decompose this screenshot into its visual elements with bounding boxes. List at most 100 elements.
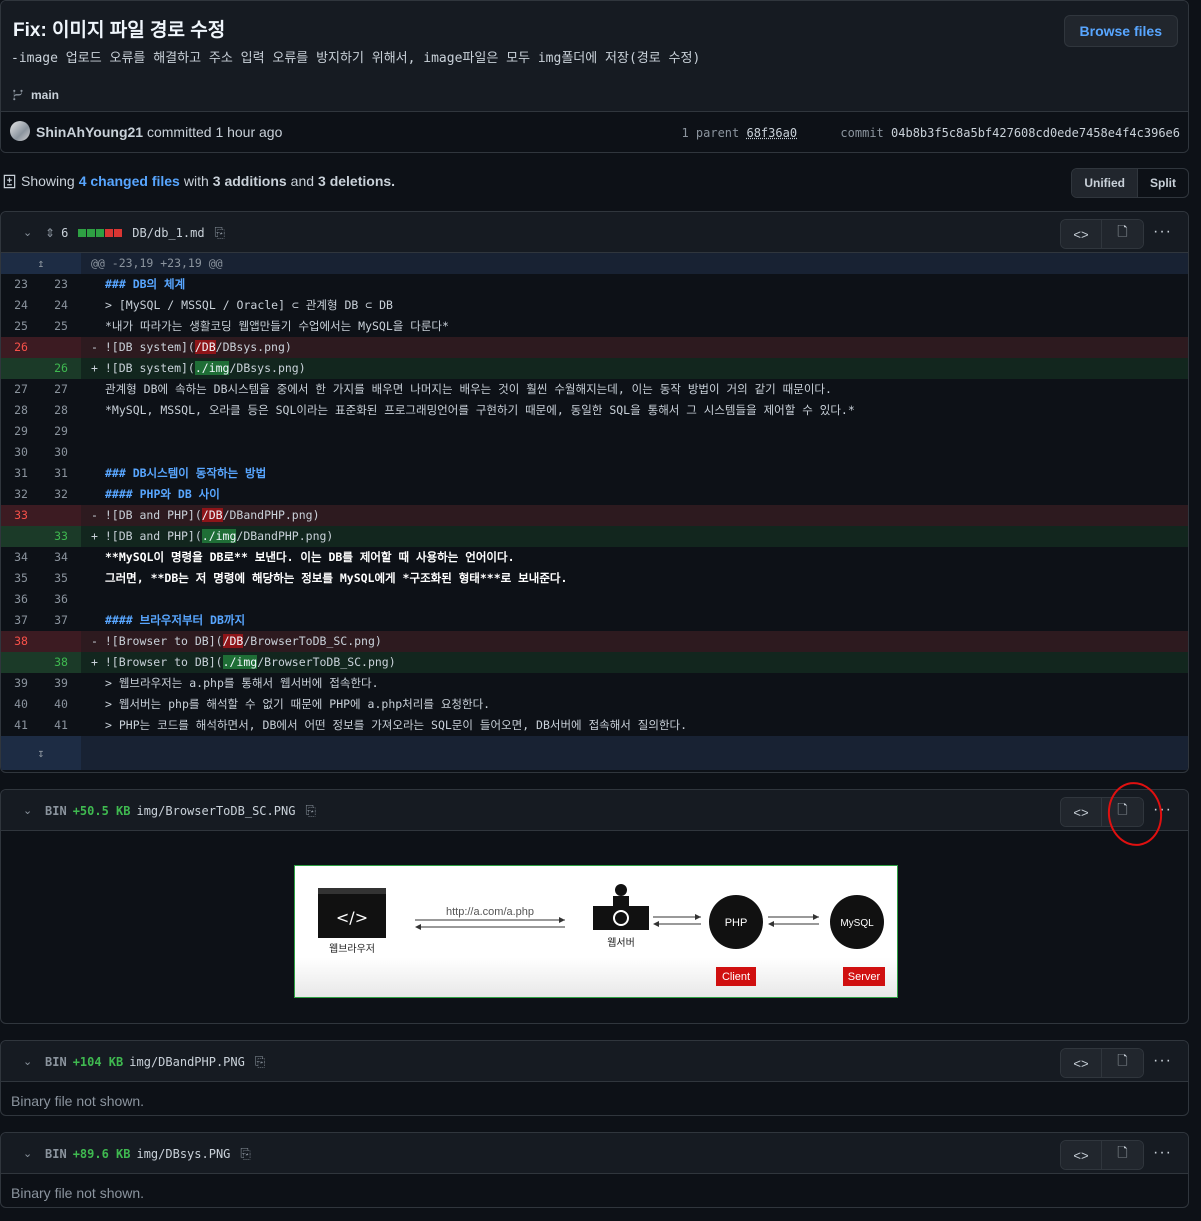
- new-line-number[interactable]: 26: [41, 358, 81, 379]
- code-text: [81, 421, 1188, 442]
- file-view-icon[interactable]: 🗋: [1102, 1141, 1143, 1169]
- code-text: + ![DB system](./img/DBsys.png): [81, 358, 1188, 379]
- old-line-number[interactable]: 29: [1, 421, 41, 442]
- old-line-number[interactable]: 27: [1, 379, 41, 400]
- new-line-number[interactable]: [41, 631, 81, 652]
- old-line-number[interactable]: 32: [1, 484, 41, 505]
- branch-indicator[interactable]: main: [11, 88, 59, 102]
- new-line-number[interactable]: 41: [41, 715, 81, 736]
- chevron-down-icon[interactable]: ⌄: [23, 1055, 32, 1068]
- new-line-number[interactable]: 38: [41, 652, 81, 673]
- old-line-number[interactable]: 40: [1, 694, 41, 715]
- unified-view-button[interactable]: Unified: [1072, 169, 1138, 197]
- old-line-number[interactable]: 35: [1, 568, 41, 589]
- chevron-down-icon[interactable]: ⌄: [23, 804, 32, 817]
- split-view-button[interactable]: Split: [1138, 169, 1188, 197]
- old-line-number[interactable]: 39: [1, 673, 41, 694]
- code-text: > PHP는 코드를 해석하면서, DB에서 어떤 정보를 가져오라는 SQL문…: [81, 715, 1188, 736]
- diff-line-deleted: 26 - ![DB system](/DB/DBsys.png): [1, 337, 1188, 358]
- more-options-icon[interactable]: ···: [1153, 1144, 1172, 1162]
- copy-icon[interactable]: ⎘: [255, 1054, 265, 1070]
- new-line-number[interactable]: 23: [41, 274, 81, 295]
- new-line-number[interactable]: 24: [41, 295, 81, 316]
- line-suffix: /DBandPHP.png): [222, 508, 320, 522]
- browser-label: 웹브라우저: [329, 943, 375, 955]
- new-line-number[interactable]: 33: [41, 526, 81, 547]
- parent-sha-link[interactable]: 68f36a0: [746, 126, 797, 140]
- file-path[interactable]: img/BrowserToDB_SC.PNG: [136, 804, 295, 818]
- code-view-icon[interactable]: <>: [1061, 220, 1102, 248]
- new-line-number[interactable]: 28: [41, 400, 81, 421]
- old-line-number[interactable]: 38: [1, 631, 41, 652]
- file-title: BIN +104 KB img/DBandPHP.PNG ⎘: [45, 1054, 265, 1070]
- file-view-icon[interactable]: 🗋: [1102, 1049, 1143, 1077]
- more-options-icon[interactable]: ···: [1153, 223, 1172, 241]
- diff-line: 31 31 ### DB시스템이 동작하는 방법: [1, 463, 1188, 484]
- file-view-icon[interactable]: 🗋: [1102, 220, 1143, 248]
- new-line-number[interactable]: [41, 337, 81, 358]
- file-path[interactable]: DB/db_1.md: [132, 226, 204, 240]
- line-content: > 웹서버는 php를 해석할 수 없기 때문에 PHP에 a.php처리를 요…: [105, 697, 491, 711]
- expand-up-icon[interactable]: ↥: [1, 253, 81, 274]
- old-line-number[interactable]: 37: [1, 610, 41, 631]
- copy-icon[interactable]: ⎘: [215, 225, 225, 241]
- author-line: ShinAhYoung21 committed 1 hour ago: [36, 124, 282, 140]
- old-line-number[interactable]: 36: [1, 589, 41, 610]
- new-line-number[interactable]: 27: [41, 379, 81, 400]
- new-line-number[interactable]: 25: [41, 316, 81, 337]
- code-view-icon[interactable]: <>: [1061, 1049, 1102, 1077]
- old-line-number[interactable]: 41: [1, 715, 41, 736]
- file-path[interactable]: img/DBsys.PNG: [136, 1147, 230, 1161]
- more-options-icon[interactable]: ···: [1153, 1052, 1172, 1070]
- old-line-number[interactable]: 25: [1, 316, 41, 337]
- code-text: [81, 442, 1188, 463]
- line-content: > [MySQL / MSSQL / Oracle] ⊂ 관계형 DB ⊂ DB: [105, 298, 393, 312]
- code-glyph: </>: [336, 908, 368, 927]
- commit-sha: 04b8b3f5c8a5bf427608cd0ede7458e4f4c396e6: [891, 126, 1180, 140]
- expand-all-icon[interactable]: ⇕: [45, 226, 55, 240]
- diff-line: 39 39 > 웹브라우저는 a.php를 통해서 웹서버에 접속한다.: [1, 673, 1188, 694]
- old-line-number[interactable]: [1, 526, 41, 547]
- new-line-number[interactable]: 37: [41, 610, 81, 631]
- browse-files-button[interactable]: Browse files: [1063, 15, 1178, 47]
- new-line-number[interactable]: 39: [41, 673, 81, 694]
- old-line-number[interactable]: [1, 358, 41, 379]
- line-suffix: /BrowserToDB_SC.png): [257, 655, 396, 669]
- code-view-icon[interactable]: <>: [1061, 798, 1102, 826]
- avatar[interactable]: [10, 121, 30, 141]
- new-line-number[interactable]: 36: [41, 589, 81, 610]
- old-line-number[interactable]: 28: [1, 400, 41, 421]
- old-line-number[interactable]: 23: [1, 274, 41, 295]
- code-view-icon[interactable]: <>: [1061, 1141, 1102, 1169]
- old-line-number[interactable]: 24: [1, 295, 41, 316]
- old-line-number[interactable]: 26: [1, 337, 41, 358]
- new-line-number[interactable]: 32: [41, 484, 81, 505]
- code-text: + ![Browser to DB](./img/BrowserToDB_SC.…: [81, 652, 1188, 673]
- old-line-number[interactable]: [1, 652, 41, 673]
- file-path[interactable]: img/DBandPHP.PNG: [129, 1055, 245, 1069]
- old-line-number[interactable]: 33: [1, 505, 41, 526]
- new-line-number[interactable]: 31: [41, 463, 81, 484]
- new-line-number[interactable]: [41, 505, 81, 526]
- changed-files-link[interactable]: 4 changed files: [79, 173, 180, 189]
- new-line-number[interactable]: 35: [41, 568, 81, 589]
- removed-highlight: /DB: [194, 340, 216, 354]
- new-line-number[interactable]: 40: [41, 694, 81, 715]
- copy-icon[interactable]: ⎘: [240, 1146, 250, 1162]
- old-line-number[interactable]: 30: [1, 442, 41, 463]
- diff-summary: Showing 4 changed files with 3 additions…: [2, 173, 395, 189]
- author-name[interactable]: ShinAhYoung21: [36, 124, 143, 140]
- new-line-number[interactable]: 29: [41, 421, 81, 442]
- code-text: 관계형 DB에 속하는 DB시스템을 중에서 한 가지를 배우면 나머지는 배우…: [81, 379, 1188, 400]
- file-diff-db-1-md: ⌄ ⇕ 6 DB/db_1.md ⎘ <> 🗋 ··· ↥ @@ -23,19 …: [0, 211, 1189, 773]
- copy-icon[interactable]: ⎘: [305, 803, 315, 819]
- old-line-number[interactable]: 31: [1, 463, 41, 484]
- code-text: - ![Browser to DB](/DB/BrowserToDB_SC.pn…: [81, 631, 1188, 652]
- expand-down-icon[interactable]: ↧: [1, 736, 81, 770]
- browser-window-icon: </>: [318, 888, 386, 938]
- old-line-number[interactable]: 34: [1, 547, 41, 568]
- new-line-number[interactable]: 30: [41, 442, 81, 463]
- new-line-number[interactable]: 34: [41, 547, 81, 568]
- chevron-down-icon[interactable]: ⌄: [23, 226, 32, 239]
- chevron-down-icon[interactable]: ⌄: [23, 1147, 32, 1160]
